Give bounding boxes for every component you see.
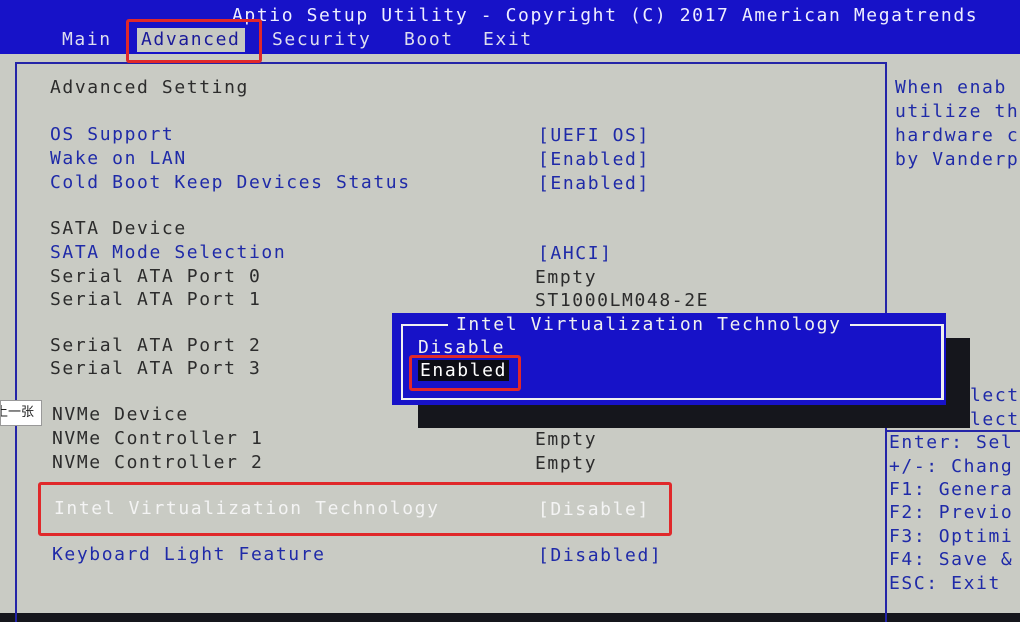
nvme-controller-1-value: Empty bbox=[535, 429, 598, 450]
sata-device-heading: SATA Device bbox=[50, 218, 187, 239]
hotkey-f3: F3: Optimi bbox=[889, 526, 1014, 547]
hotkey-line: lect bbox=[970, 409, 1020, 430]
annotation-advanced bbox=[126, 19, 262, 63]
nvme-controller-2-value: Empty bbox=[535, 453, 598, 474]
nvme-device-heading: NVMe Device bbox=[52, 404, 189, 425]
hotkey-line: lect bbox=[970, 385, 1020, 406]
hotkey-f2: F2: Previo bbox=[889, 502, 1014, 523]
value-sata-mode[interactable]: [AHCI] bbox=[538, 243, 613, 264]
value-keyboard-light[interactable]: [Disabled] bbox=[538, 545, 662, 566]
tab-exit[interactable]: Exit bbox=[483, 29, 533, 50]
hotkey-esc: ESC: Exit bbox=[889, 573, 1001, 594]
hotkey-f1: F1: Genera bbox=[889, 479, 1014, 500]
sata-port-3: Serial ATA Port 3 bbox=[50, 358, 262, 379]
setting-cold-boot[interactable]: Cold Boot Keep Devices Status bbox=[50, 172, 411, 193]
sata-port-0-value: Empty bbox=[535, 267, 598, 288]
bios-title: Aptio Setup Utility - Copyright (C) 2017… bbox=[232, 5, 979, 26]
section-title: Advanced Setting bbox=[50, 77, 249, 98]
hotkey-f4: F4: Save & bbox=[889, 549, 1014, 570]
value-wake-on-lan[interactable]: [Enabled] bbox=[538, 149, 650, 170]
popup-title: Intel Virtualization Technology bbox=[448, 314, 850, 335]
sata-port-1-value: ST1000LM048-2E bbox=[535, 290, 710, 311]
setting-wake-on-lan[interactable]: Wake on LAN bbox=[50, 148, 187, 169]
sata-port-0: Serial ATA Port 0 bbox=[50, 266, 262, 287]
annotation-enabled bbox=[409, 355, 521, 391]
hotkey-enter: Enter: Sel bbox=[889, 432, 1014, 453]
tab-security[interactable]: Security bbox=[272, 29, 372, 50]
setting-sata-mode[interactable]: SATA Mode Selection bbox=[50, 242, 286, 263]
nvme-controller-1: NVMe Controller 1 bbox=[52, 428, 264, 449]
tab-main[interactable]: Main bbox=[62, 29, 112, 50]
nvme-controller-2: NVMe Controller 2 bbox=[52, 452, 264, 473]
help-line: by Vanderp bbox=[895, 149, 1020, 170]
help-line: When enab bbox=[895, 77, 1007, 98]
help-line: utilize th bbox=[895, 101, 1020, 122]
sata-port-1: Serial ATA Port 1 bbox=[50, 289, 262, 310]
previous-image-tooltip[interactable]: 上一张 bbox=[0, 400, 42, 426]
sata-port-2: Serial ATA Port 2 bbox=[50, 335, 262, 356]
setting-keyboard-light[interactable]: Keyboard Light Feature bbox=[52, 544, 326, 565]
value-cold-boot[interactable]: [Enabled] bbox=[538, 173, 650, 194]
hotkey-change: +/-: Chang bbox=[889, 456, 1014, 477]
help-line: hardware c bbox=[895, 125, 1020, 146]
tab-boot[interactable]: Boot bbox=[404, 29, 454, 50]
value-os-support[interactable]: [UEFI OS] bbox=[538, 125, 650, 146]
annotation-intel-vt bbox=[38, 482, 672, 536]
setting-os-support[interactable]: OS Support bbox=[50, 124, 174, 145]
